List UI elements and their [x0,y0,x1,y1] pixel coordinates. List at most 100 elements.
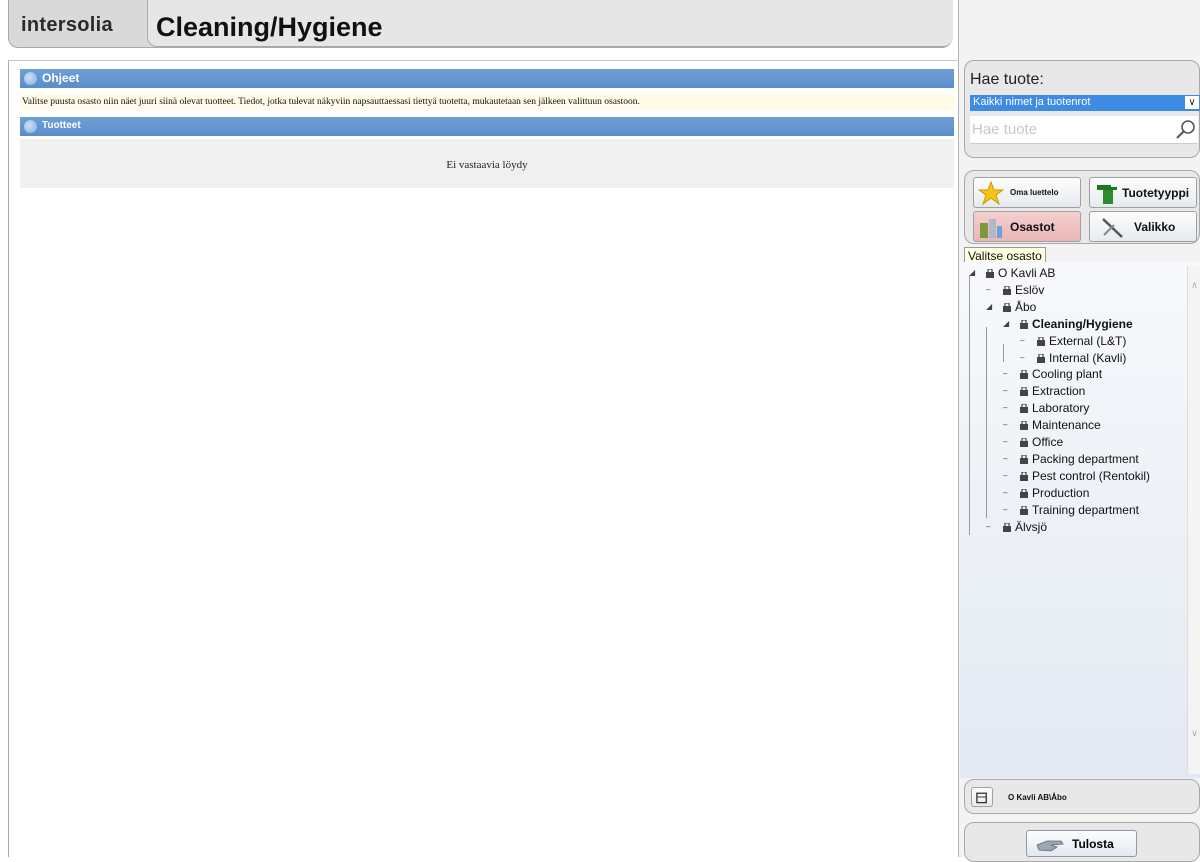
app-logo: intersolia [21,14,113,36]
building-icon [1003,302,1011,312]
collapse-icon[interactable]: ◢ [986,302,992,311]
scroll-up-icon[interactable]: ∧ [1189,280,1200,290]
tree-guide-line [986,327,987,518]
tree-item[interactable]: Internal (Kavli) [1036,350,1126,366]
search-label: Hae tuote: [970,71,1044,88]
tree-item[interactable]: O Kavli AB [985,265,1055,281]
product-type-button[interactable]: Tuotetyyppi [1089,177,1197,208]
print-label: Tulosta [1072,837,1114,851]
tree-item-label: Production [1032,485,1090,500]
building-icon [1003,522,1011,532]
tree-item-label: Älvsjö [1015,519,1048,534]
products-list: Ei vastaavia löydy [20,139,954,188]
products-title: Tuotteet [42,120,81,131]
tree-item[interactable]: Cooling plant [1019,366,1102,382]
chevron-down-icon[interactable]: ∨ [1185,96,1199,109]
menu-label: Valikko [1134,220,1176,234]
print-button[interactable]: Tulosta [1026,830,1137,857]
instructions-header[interactable]: Ohjeet [20,69,954,88]
tree-connector: – [1003,504,1008,514]
products-header[interactable]: Tuotteet [20,117,954,136]
empty-message: Ei vastaavia löydy [446,159,528,171]
collapse-icon[interactable]: ◢ [1003,319,1009,328]
tree-item-label: Maintenance [1032,418,1101,433]
search-scope-select[interactable]: Kaikki nimet ja tuotenrot ∨ [970,95,1200,111]
instructions-text: Valitse puusta osasto niin näet juuri si… [20,94,954,110]
spray-bottle-icon [1097,185,1117,204]
tree-item-label: External (L&T) [1049,333,1127,348]
print-hand-icon [1036,840,1064,852]
tree-item[interactable]: Laboratory [1019,400,1089,416]
tree-guide-line [1003,344,1004,362]
tree-connector: – [986,521,991,531]
tree-item-label: Cleaning/Hygiene [1032,316,1133,331]
tree-item-label: Cooling plant [1032,367,1103,382]
tree-connector: – [1003,453,1008,463]
building-icon [1020,454,1028,464]
tree-item[interactable]: Pest control (Rentokil) [1019,468,1150,484]
tree-guide-line [969,276,970,535]
tree-item-label: Packing department [1032,451,1139,466]
path-panel: O Kavli AB\Åbo [964,779,1200,814]
departments-label: Osastot [1010,220,1055,234]
tree-connector: – [1003,437,1008,446]
tree-item[interactable]: Cleaning/Hygiene [1019,316,1133,332]
app-header: intersolia Cleaning/Hygiene [8,0,953,48]
main-content: Ohjeet Valitse puusta osasto niin näet j… [8,60,958,857]
tree-item[interactable]: Extraction [1019,383,1085,399]
nav-panel: Oma luettelo Tuotetyyppi Osastot Valikko [964,170,1200,244]
building-icon [976,792,987,804]
building-icon [1020,421,1028,431]
building-icon [1020,505,1028,515]
building-icon [1003,285,1011,295]
tree-item[interactable]: Office [1019,434,1063,450]
current-path: O Kavli AB\Åbo [1008,793,1067,802]
tree-item-label: Eslöv [1015,282,1045,297]
tree-item[interactable]: Training department [1019,502,1139,518]
tree-item-label: Training department [1032,502,1139,517]
building-icon [1020,387,1028,397]
building-icon [1037,353,1045,363]
tree-item[interactable]: Åbo [1002,299,1036,315]
building-icon [980,219,1002,238]
tree-item-label: Internal (Kavli) [1049,350,1127,365]
tree-connector: – [986,284,991,294]
my-list-button[interactable]: Oma luettelo [973,177,1081,208]
search-input[interactable] [970,116,1198,144]
tree-connector: – [1003,369,1008,379]
tree-item[interactable]: Production [1019,485,1089,501]
building-icon [1020,370,1028,380]
tree-item-label: O Kavli AB [998,266,1056,280]
my-list-label: Oma luettelo [1010,188,1059,197]
building-icon [1020,471,1028,481]
building-icon [1020,438,1028,447]
tree-connector: – [1003,487,1008,497]
page-title-box: Cleaning/Hygiene [147,0,953,47]
scroll-down-icon[interactable]: ∨ [1189,728,1200,738]
product-type-label: Tuotetyyppi [1122,186,1190,200]
tree-item[interactable]: Eslöv [1002,282,1044,298]
info-icon [24,120,37,133]
tree-connector: – [1003,420,1008,430]
building-icon [1020,488,1028,498]
search-icon[interactable] [1175,119,1197,141]
instructions-title: Ohjeet [42,71,80,85]
search-panel: Hae tuote: Kaikki nimet ja tuotenrot ∨ [964,60,1200,158]
tree-scrollbar[interactable]: ∧ ∨ [1187,266,1200,774]
building-button[interactable] [971,787,993,807]
tree-item-label: Office [1032,435,1064,449]
building-icon [986,269,994,278]
menu-button[interactable]: Valikko [1089,211,1197,242]
info-icon [24,72,37,85]
tree-connector: – [1003,386,1008,396]
tree-item[interactable]: Maintenance [1019,417,1101,433]
tree-item[interactable]: Älvsjö [1002,519,1047,535]
building-icon [1020,319,1028,329]
star-icon [978,181,1004,205]
building-icon [1020,404,1028,414]
tree-connector: – [1020,352,1025,362]
tree-item[interactable]: Packing department [1019,451,1139,467]
tools-icon [1102,218,1123,238]
departments-button[interactable]: Osastot [973,211,1081,242]
tree-item[interactable]: External (L&T) [1036,333,1126,349]
